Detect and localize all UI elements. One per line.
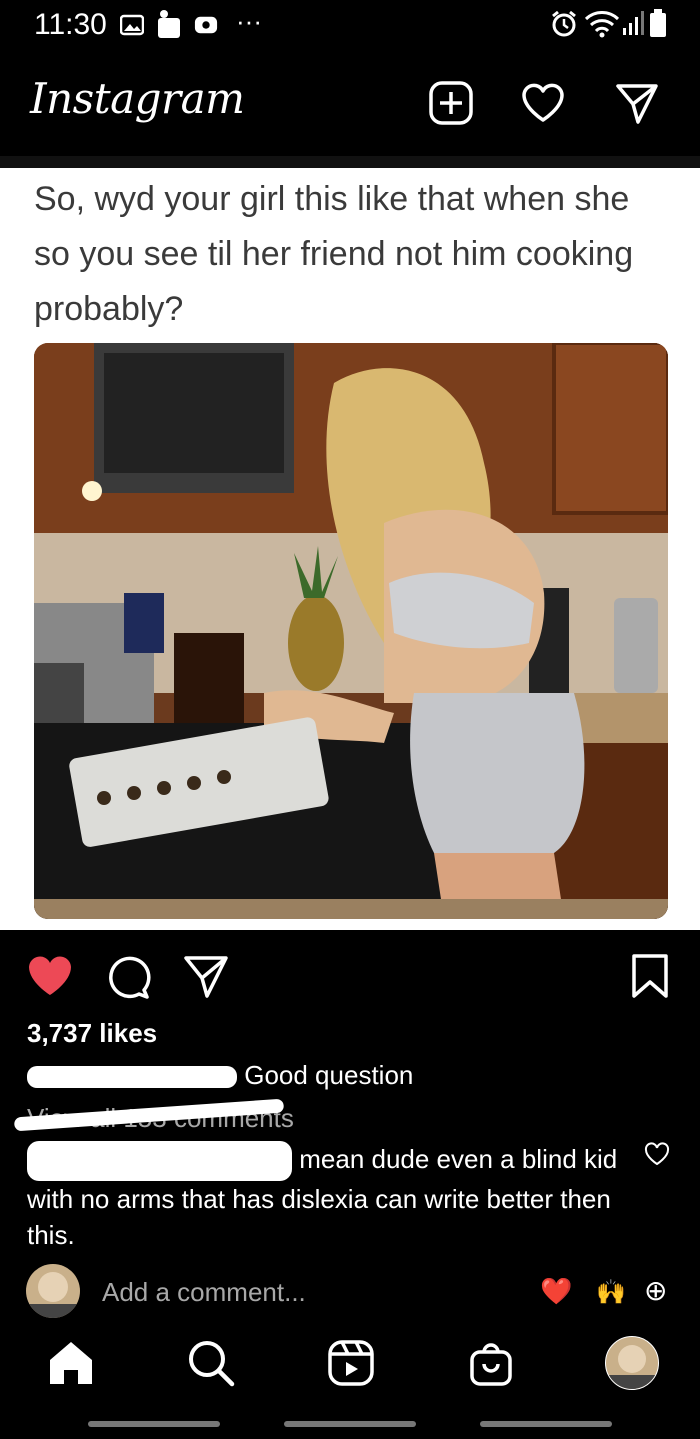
save-bookmark-icon[interactable]	[626, 952, 674, 1000]
redacted-username	[27, 1066, 237, 1089]
wifi-icon	[584, 11, 620, 38]
gesture-bar-right	[480, 1421, 612, 1427]
more-reactions-icon[interactable]: ⊕	[644, 1274, 667, 1307]
shop-icon[interactable]	[466, 1338, 516, 1388]
heart-icon[interactable]	[520, 80, 566, 126]
kitchen-photo	[34, 343, 668, 919]
direct-send-icon[interactable]	[614, 80, 660, 126]
battery-icon	[650, 9, 666, 37]
search-icon[interactable]	[186, 1338, 236, 1388]
instagram-logo[interactable]: Instagram	[30, 74, 245, 123]
share-icon[interactable]	[182, 952, 230, 1000]
likes-count[interactable]: 3,737 likes	[27, 1018, 157, 1049]
reels-icon[interactable]	[326, 1338, 376, 1388]
user-avatar[interactable]	[26, 1264, 80, 1318]
add-post-icon[interactable]	[428, 80, 474, 126]
alarm-icon	[552, 10, 576, 37]
meme-caption-text: So, wyd your girl this like that when sh…	[34, 180, 634, 328]
comment-1: Good question	[27, 1060, 413, 1091]
quick-reaction-heart[interactable]: ❤️	[540, 1276, 572, 1307]
quick-reaction-raised-hands[interactable]: 🙌	[596, 1278, 626, 1307]
comment-2: mean dude even a blind kid with no arms …	[27, 1141, 627, 1253]
gesture-bar-center[interactable]	[284, 1421, 416, 1427]
more-notifications: ···	[236, 6, 262, 36]
gesture-bar-left	[88, 1421, 220, 1427]
comment-1-text: Good question	[244, 1060, 414, 1090]
comment-like-heart-icon[interactable]	[644, 1142, 670, 1166]
gallery-notification-icon	[120, 14, 144, 36]
app-header: Instagram	[0, 52, 700, 156]
signal-icon	[623, 11, 644, 35]
status-time: 11:30	[34, 8, 107, 41]
home-icon[interactable]	[46, 1338, 96, 1388]
status-bar: 11:30 ···	[0, 0, 700, 52]
add-comment-input[interactable]: Add a comment...	[102, 1277, 306, 1308]
youtube-notification-icon	[194, 16, 218, 34]
app-notification-icon	[158, 10, 180, 38]
redacted-username	[27, 1141, 292, 1182]
profile-avatar[interactable]	[605, 1336, 659, 1390]
comment-icon[interactable]	[104, 952, 152, 1000]
liked-heart-icon[interactable]	[26, 952, 74, 1000]
header-divider	[0, 156, 700, 168]
